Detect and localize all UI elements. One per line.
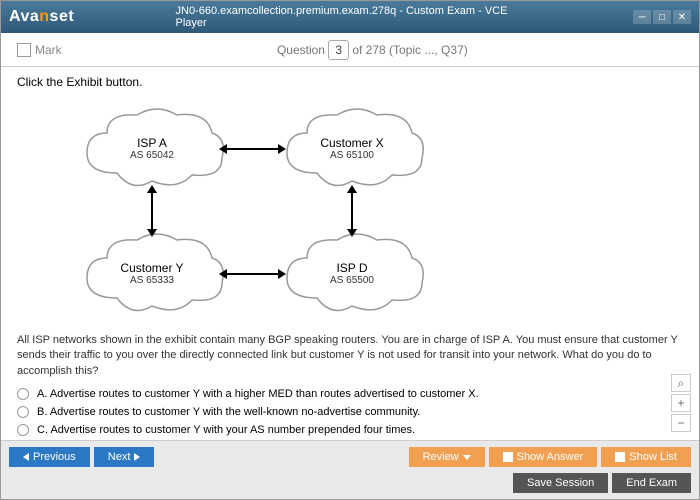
counter-total: of 278 (Topic ..., Q37)	[352, 43, 467, 57]
cloud-name: Customer X	[320, 136, 383, 150]
option-c[interactable]: C. Advertise routes to customer Y with y…	[17, 421, 683, 439]
arrow-icon	[225, 148, 280, 150]
zoom-out-button[interactable]: −	[671, 414, 691, 432]
cloud-customer-y: Customer Y AS 65333	[77, 228, 227, 318]
button-label: Show List	[629, 451, 677, 463]
arrow-icon	[151, 191, 153, 231]
show-answer-button[interactable]: Show Answer	[489, 447, 598, 467]
app-window: Avanset JN0-660.examcollection.premium.e…	[0, 0, 700, 500]
app-logo: Avanset	[9, 8, 74, 26]
window-title: JN0-660.examcollection.premium.exam.278q…	[176, 5, 525, 29]
checkbox-icon	[503, 452, 513, 462]
network-diagram: ISP A AS 65042 Customer X AS 65100 Custo…	[17, 93, 683, 323]
action-bar: Save Session End Exam	[1, 473, 699, 499]
question-counter: Question 3 of 278 (Topic ..., Q37)	[277, 43, 468, 57]
cloud-as: AS 65333	[130, 275, 174, 286]
mark-checkbox[interactable]	[17, 43, 31, 57]
titlebar: Avanset JN0-660.examcollection.premium.e…	[1, 1, 699, 33]
exhibit-prompt: Click the Exhibit button.	[17, 75, 683, 89]
counter-current: 3	[328, 40, 349, 60]
button-label: Show Answer	[517, 451, 584, 463]
option-label: C. Advertise routes to customer Y with y…	[37, 424, 415, 436]
save-session-button[interactable]: Save Session	[513, 473, 608, 493]
close-button[interactable]: ✕	[673, 10, 691, 24]
cloud-as: AS 65100	[330, 150, 374, 161]
maximize-button[interactable]: □	[653, 10, 671, 24]
logo-text: set	[50, 8, 75, 25]
window-controls: ─ □ ✕	[633, 10, 691, 24]
zoom-controls: ⌕ + −	[671, 374, 691, 432]
triangle-right-icon	[134, 453, 140, 461]
button-label: Save Session	[527, 477, 594, 489]
option-label: B. Advertise routes to customer Y with t…	[37, 406, 420, 418]
checkbox-icon	[615, 452, 625, 462]
cloud-isp-d: ISP D AS 65500	[277, 228, 427, 318]
question-bar: Mark Question 3 of 278 (Topic ..., Q37)	[1, 33, 699, 67]
button-label: Previous	[33, 451, 76, 463]
content-area: Click the Exhibit button. ISP A AS 65042…	[1, 67, 699, 440]
arrow-icon	[225, 273, 280, 275]
logo-accent: n	[39, 8, 49, 25]
button-label: End Exam	[626, 477, 677, 489]
next-button[interactable]: Next	[94, 447, 155, 467]
end-exam-button[interactable]: End Exam	[612, 473, 691, 493]
option-label: A. Advertise routes to customer Y with a…	[37, 388, 479, 400]
mark-label: Mark	[35, 43, 62, 57]
review-button[interactable]: Review	[409, 447, 485, 467]
cloud-as: AS 65042	[130, 150, 174, 161]
option-b[interactable]: B. Advertise routes to customer Y with t…	[17, 403, 683, 421]
show-list-button[interactable]: Show List	[601, 447, 691, 467]
cloud-as: AS 65500	[330, 275, 374, 286]
previous-button[interactable]: Previous	[9, 447, 90, 467]
triangle-left-icon	[23, 453, 29, 461]
option-a[interactable]: A. Advertise routes to customer Y with a…	[17, 385, 683, 403]
zoom-reset-button[interactable]: ⌕	[671, 374, 691, 392]
nav-bar: Previous Next Review Show Answer Show Li…	[1, 440, 699, 473]
cloud-customer-x: Customer X AS 65100	[277, 103, 427, 193]
radio-icon[interactable]	[17, 406, 29, 418]
counter-label: Question	[277, 43, 325, 57]
radio-icon[interactable]	[17, 424, 29, 436]
logo-text: Ava	[9, 8, 39, 25]
arrow-icon	[351, 191, 353, 231]
zoom-in-button[interactable]: +	[671, 394, 691, 412]
button-label: Next	[108, 451, 131, 463]
button-label: Review	[423, 451, 459, 463]
question-text: All ISP networks shown in the exhibit co…	[17, 333, 683, 379]
minimize-button[interactable]: ─	[633, 10, 651, 24]
cloud-name: Customer Y	[120, 261, 183, 275]
cloud-name: ISP A	[137, 136, 167, 150]
cloud-name: ISP D	[336, 261, 367, 275]
cloud-isp-a: ISP A AS 65042	[77, 103, 227, 193]
radio-icon[interactable]	[17, 388, 29, 400]
triangle-down-icon	[463, 455, 471, 460]
answer-options: A. Advertise routes to customer Y with a…	[17, 385, 683, 439]
